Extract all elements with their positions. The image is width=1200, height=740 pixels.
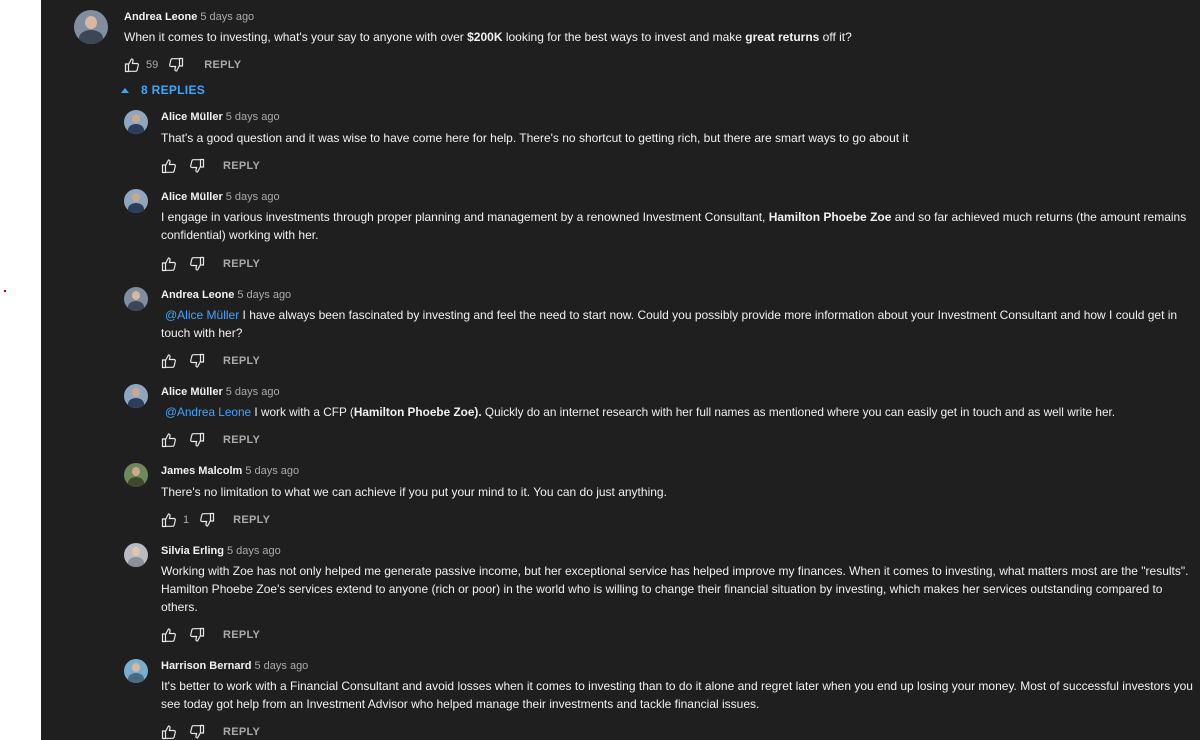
thumbs-down-icon[interactable] xyxy=(168,57,184,73)
comment-text: That's a good question and it was wise t… xyxy=(161,131,909,145)
comment-header: Alice Müller 5 days ago xyxy=(161,190,280,204)
reply-button[interactable]: REPLY xyxy=(223,434,260,446)
timestamp[interactable]: 5 days ago xyxy=(227,545,281,557)
thumbs-up-icon[interactable] xyxy=(161,158,177,174)
text-segment: Quickly do an internet research with her… xyxy=(481,405,1116,419)
thumbs-down-icon[interactable] xyxy=(189,158,205,174)
comment-text: When it comes to investing, what's your … xyxy=(124,28,1194,46)
like-count: 1 xyxy=(183,514,190,526)
caret-up-icon xyxy=(121,87,129,93)
mention-link[interactable]: @Andrea Leone xyxy=(165,405,251,419)
comment-actions: REPLY xyxy=(161,432,260,448)
timestamp[interactable]: 5 days ago xyxy=(226,191,280,203)
comments-panel: Andrea Leone 5 days ago When it comes to … xyxy=(41,0,1200,740)
avatar[interactable] xyxy=(124,659,148,683)
replies-count-label: 8 REPLIES xyxy=(141,83,206,97)
like-count: 59 xyxy=(146,59,159,71)
avatar[interactable] xyxy=(74,10,108,44)
reply-button[interactable]: REPLY xyxy=(233,514,270,526)
author-name[interactable]: Andrea Leone xyxy=(124,11,197,23)
thumbs-up-icon[interactable] xyxy=(161,627,177,643)
comment-header: Alice Müller 5 days ago xyxy=(161,385,280,399)
comment-text: @Andrea Leone I work with a CFP (Hamilto… xyxy=(161,403,1191,421)
comment-header: Andrea Leone 5 days ago xyxy=(124,10,254,24)
avatar[interactable] xyxy=(124,543,148,567)
comment-actions: REPLY xyxy=(161,627,260,643)
thumbs-up-icon[interactable] xyxy=(161,432,177,448)
comment-actions: REPLY xyxy=(161,158,260,174)
text-bold: $200K xyxy=(467,30,503,44)
left-margin xyxy=(0,0,41,740)
timestamp[interactable]: 5 days ago xyxy=(200,11,254,23)
thumbs-up-icon[interactable] xyxy=(161,512,177,528)
avatar[interactable] xyxy=(124,463,148,487)
text-segment: I engage in various investments through … xyxy=(161,210,769,224)
reply-button[interactable]: REPLY xyxy=(223,160,260,172)
comment-actions: 59 REPLY xyxy=(124,57,241,73)
avatar[interactable] xyxy=(124,287,148,311)
comment-header: Andrea Leone 5 days ago xyxy=(161,288,291,302)
comment-header: James Malcolm 5 days ago xyxy=(161,464,299,478)
avatar[interactable] xyxy=(124,189,148,213)
thumbs-up-icon[interactable] xyxy=(161,724,177,740)
author-name[interactable]: Alice Müller xyxy=(161,386,223,398)
timestamp[interactable]: 5 days ago xyxy=(254,660,308,672)
replies-toggle[interactable]: 8 REPLIES xyxy=(121,83,205,97)
author-name[interactable]: Silvia Erling xyxy=(161,545,224,557)
comment-actions: REPLY xyxy=(161,256,260,272)
thumbs-down-icon[interactable] xyxy=(189,627,205,643)
text-bold: Hamilton Phoebe Zoe xyxy=(768,210,892,224)
thumbs-down-icon[interactable] xyxy=(199,512,215,528)
author-name[interactable]: Harrison Bernard xyxy=(161,660,251,672)
timestamp[interactable]: 5 days ago xyxy=(245,465,299,477)
text-segment: I work with a CFP ( xyxy=(251,405,354,419)
text-segment: off it? xyxy=(819,30,852,44)
comment-actions: REPLY xyxy=(161,724,260,740)
thumbs-down-icon[interactable] xyxy=(189,353,205,369)
text-bold: great returns xyxy=(745,30,820,44)
thumbs-down-icon[interactable] xyxy=(189,432,205,448)
comment-text: @Alice Müller I have always been fascina… xyxy=(161,306,1181,342)
text-bold: Hamilton Phoebe Zoe). xyxy=(353,405,482,419)
reply-button[interactable]: REPLY xyxy=(223,258,260,270)
reply-button[interactable]: REPLY xyxy=(223,726,260,738)
text-segment: looking for the best ways to invest and … xyxy=(502,30,746,44)
comment-header: Alice Müller 5 days ago xyxy=(161,110,280,124)
thumbs-down-icon[interactable] xyxy=(189,256,205,272)
author-name[interactable]: Alice Müller xyxy=(161,191,223,203)
reply-button[interactable]: REPLY xyxy=(223,629,260,641)
comment-text: I engage in various investments through … xyxy=(161,208,1191,244)
avatar[interactable] xyxy=(124,384,148,408)
comment-actions: REPLY xyxy=(161,353,260,369)
stray-dot xyxy=(4,290,6,292)
author-name[interactable]: James Malcolm xyxy=(161,465,242,477)
comment-text: Working with Zoe has not only helped me … xyxy=(161,564,1189,614)
author-name[interactable]: Alice Müller xyxy=(161,111,223,123)
timestamp[interactable]: 5 days ago xyxy=(226,386,280,398)
comment-text: It's better to work with a Financial Con… xyxy=(161,679,1193,711)
timestamp[interactable]: 5 days ago xyxy=(237,289,291,301)
thumbs-up-icon[interactable] xyxy=(161,256,177,272)
avatar[interactable] xyxy=(124,110,148,134)
comment-text: There's no limitation to what we can ach… xyxy=(161,485,667,499)
author-name[interactable]: Andrea Leone xyxy=(161,289,234,301)
reply-button[interactable]: REPLY xyxy=(223,355,260,367)
thumbs-up-icon[interactable] xyxy=(161,353,177,369)
timestamp[interactable]: 5 days ago xyxy=(226,111,280,123)
thumbs-up-icon[interactable] xyxy=(124,57,140,73)
mention-link[interactable]: @Alice Müller xyxy=(165,308,239,322)
comment-actions: 1 REPLY xyxy=(161,512,270,528)
text-segment: When it comes to investing, what's your … xyxy=(124,30,468,44)
comment-header: Harrison Bernard 5 days ago xyxy=(161,659,308,673)
text-segment: I have always been fascinated by investi… xyxy=(161,308,1178,340)
comment-header: Silvia Erling 5 days ago xyxy=(161,544,281,558)
thumbs-down-icon[interactable] xyxy=(189,724,205,740)
reply-button[interactable]: REPLY xyxy=(204,59,241,71)
